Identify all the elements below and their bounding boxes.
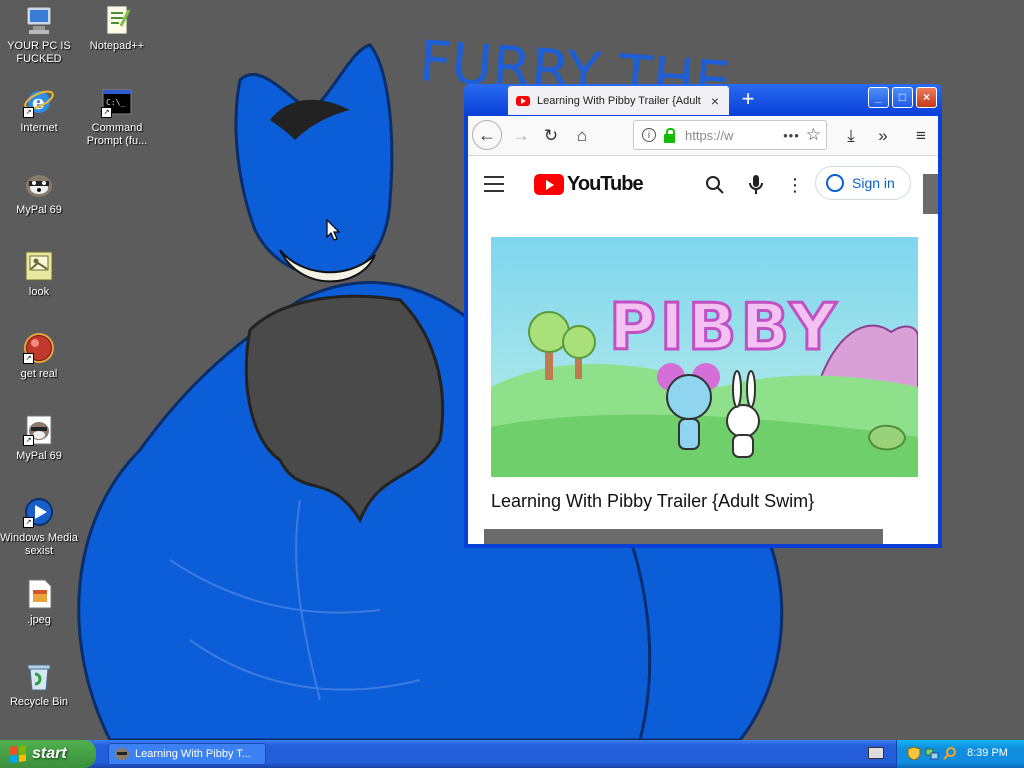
- taskbar: start Learning With Pibby T... 8:39 PM: [0, 740, 1024, 768]
- reload-icon[interactable]: ↻: [538, 123, 564, 149]
- desktop-icon-windows-media[interactable]: ↗ Windows Media sexist: [0, 496, 78, 558]
- taskbar-item-label: Learning With Pibby T...: [135, 748, 251, 760]
- image-file-icon: [23, 250, 55, 282]
- desktop: FURRY THE YOUR PC IS FUCKED Notepad++ e …: [0, 0, 1024, 740]
- youtube-logo-text: YouTube: [567, 173, 644, 195]
- browser-toolbar: ← → ↻ ⌂ i https://w ••• ☆ ⤓ » ≡: [468, 116, 938, 156]
- forward-arrow-icon[interactable]: →: [508, 123, 534, 149]
- shortcut-arrow-icon: ↗: [101, 107, 112, 118]
- shortcut-arrow-icon: ↗: [23, 353, 34, 364]
- raccoon-icon: [115, 748, 129, 760]
- more-options-icon[interactable]: ⋮: [783, 173, 807, 197]
- desktop-icon-label: .jpeg: [27, 614, 51, 626]
- desktop-icon-label: MyPal 69: [16, 204, 62, 216]
- start-button[interactable]: start: [0, 740, 96, 768]
- tab-title: Learning With Pibby Trailer {Adult: [537, 94, 701, 107]
- desktop-icon-label: Recycle Bin: [9, 696, 69, 708]
- shortcut-arrow-icon: ↗: [23, 107, 34, 118]
- media-player-icon: ↗: [23, 496, 55, 528]
- desktop-icon-notepad-plus-plus[interactable]: Notepad++: [78, 4, 156, 53]
- computer-icon: [23, 4, 55, 36]
- shortcut-arrow-icon: ↗: [23, 435, 34, 446]
- svg-text:C:\_: C:\_: [106, 98, 125, 107]
- sign-in-button[interactable]: Sign in: [815, 166, 911, 200]
- raccoon-icon: [23, 168, 55, 200]
- maximize-button[interactable]: □: [892, 87, 913, 108]
- recycle-bin-icon: [23, 660, 55, 692]
- page-viewport: YouTube ⋮ Sign in PIBBY Learning With Pi…: [468, 156, 938, 544]
- desktop-icon-recycle-bin[interactable]: Recycle Bin: [0, 660, 78, 709]
- site-info-icon[interactable]: i: [642, 128, 656, 142]
- network-icon[interactable]: [925, 746, 939, 760]
- desktop-icon-label: look: [28, 286, 50, 298]
- desktop-icon-jpeg[interactable]: .jpeg: [0, 578, 78, 627]
- new-tab-button[interactable]: +: [738, 88, 758, 110]
- page-actions-icon[interactable]: •••: [783, 128, 800, 143]
- minimize-button[interactable]: _: [868, 87, 889, 108]
- red-orb-icon: ↗: [23, 332, 55, 364]
- search-tray-icon[interactable]: [943, 746, 957, 760]
- shortcut-arrow-icon: ↗: [23, 517, 34, 528]
- desktop-icon-internet[interactable]: e ↗ Internet: [0, 86, 78, 135]
- keyboard-icon[interactable]: [868, 747, 884, 759]
- browser-window: Learning With Pibby Trailer {Adult × + _…: [464, 84, 942, 548]
- jpeg-file-icon: [23, 578, 55, 610]
- command-prompt-icon: C:\_ ↗: [101, 86, 133, 118]
- windows-logo-icon: [10, 745, 26, 763]
- home-icon[interactable]: ⌂: [569, 123, 595, 149]
- thumbnail-image: PIBBY: [491, 237, 918, 477]
- desktop-icon-label: get real: [20, 368, 58, 380]
- thumbnail-title-text: PIBBY: [609, 291, 840, 365]
- url-bar[interactable]: i https://w ••• ☆: [633, 120, 827, 150]
- youtube-logo[interactable]: YouTube: [534, 173, 644, 196]
- taskbar-item-browser[interactable]: Learning With Pibby T...: [108, 743, 266, 765]
- mouse-cursor-icon: [326, 219, 340, 241]
- start-label: start: [32, 745, 67, 762]
- close-button[interactable]: ×: [916, 87, 937, 108]
- notepad-icon: [101, 4, 133, 36]
- youtube-header: YouTube ⋮ Sign in: [468, 156, 920, 212]
- search-icon[interactable]: [703, 173, 727, 197]
- video-title[interactable]: Learning With Pibby Trailer {Adult Swim}: [491, 491, 918, 512]
- internet-explorer-icon: e ↗: [23, 86, 55, 118]
- sign-in-label: Sign in: [852, 175, 895, 191]
- lock-icon: [664, 127, 675, 143]
- wallpaper-creature-head: [234, 43, 394, 278]
- desktop-icon-command-prompt[interactable]: C:\_ ↗ Command Prompt (fu...: [78, 86, 156, 148]
- youtube-play-icon: [534, 174, 564, 195]
- desktop-icon-get-real[interactable]: ↗ get real: [0, 332, 78, 381]
- desktop-icon-mypal-2[interactable]: ↗ MyPal 69: [0, 414, 78, 463]
- bookmark-star-icon[interactable]: ☆: [806, 125, 821, 145]
- menu-hamburger-icon[interactable]: ≡: [908, 123, 934, 149]
- overflow-chevron-icon[interactable]: »: [870, 123, 896, 149]
- video-thumbnail[interactable]: PIBBY: [491, 237, 918, 477]
- desktop-icon-look[interactable]: look: [0, 250, 78, 299]
- clock[interactable]: 8:39 PM: [967, 747, 1008, 759]
- tab-close-icon[interactable]: ×: [707, 93, 723, 109]
- horizontal-scrollbar[interactable]: [484, 529, 883, 544]
- browser-tab[interactable]: Learning With Pibby Trailer {Adult ×: [508, 86, 729, 115]
- desktop-icon-label: Notepad++: [89, 40, 145, 52]
- back-arrow-icon[interactable]: ←: [472, 120, 502, 150]
- browser-titlebar[interactable]: Learning With Pibby Trailer {Adult × + _…: [464, 84, 942, 116]
- desktop-icon-label: YOUR PC IS FUCKED: [7, 40, 71, 65]
- shield-icon[interactable]: [907, 746, 921, 760]
- desktop-icon-my-computer[interactable]: YOUR PC IS FUCKED: [0, 4, 78, 66]
- url-text: https://w: [685, 127, 734, 143]
- desktop-icon-mypal-1[interactable]: MyPal 69: [0, 168, 78, 217]
- download-icon[interactable]: ⤓: [838, 123, 864, 149]
- raccoon-icon: ↗: [23, 414, 55, 446]
- system-tray: 8:39 PM: [896, 740, 1024, 768]
- desktop-icon-label: MyPal 69: [16, 450, 62, 462]
- guide-menu-icon[interactable]: [484, 176, 504, 197]
- desktop-icon-label: Windows Media sexist: [0, 532, 78, 557]
- microphone-icon[interactable]: [744, 173, 768, 197]
- vertical-scrollbar[interactable]: [923, 174, 938, 214]
- youtube-favicon-icon: [516, 95, 530, 106]
- account-icon: [826, 174, 844, 192]
- desktop-icon-label: Command Prompt (fu...: [86, 122, 148, 147]
- desktop-icon-label: Internet: [20, 122, 58, 134]
